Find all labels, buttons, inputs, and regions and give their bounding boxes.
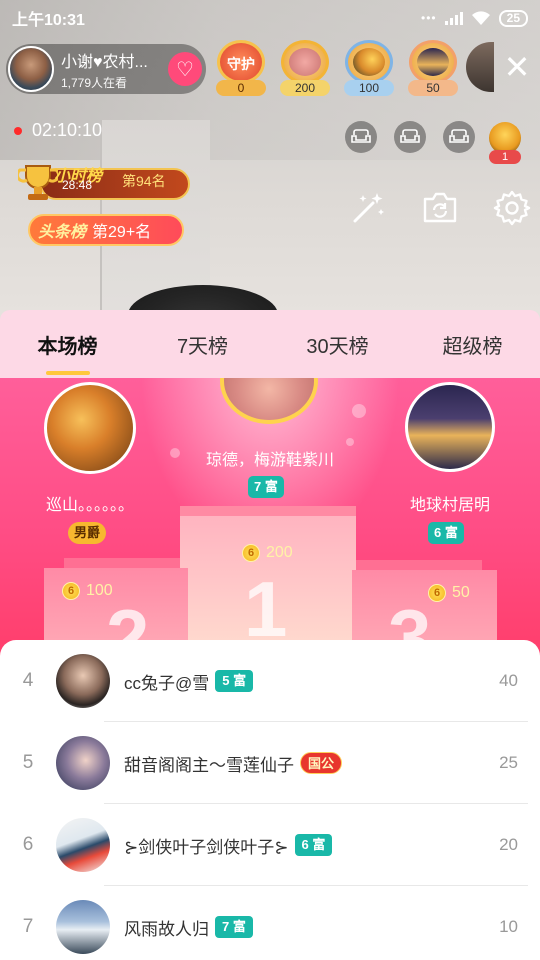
decor-bubble — [352, 404, 366, 418]
podium-second-name: 巡山。。。。。。 — [45, 497, 134, 514]
headline-rank-position: 第29+名 — [92, 224, 152, 241]
list-item[interactable]: 6 ⊱剑侠叶子剑侠叶子⊱ 6 富 20 — [0, 804, 540, 886]
podium-third-avatar[interactable] — [405, 382, 495, 472]
list-score: 10 — [499, 917, 518, 936]
coin-icon: 6 — [62, 582, 80, 600]
guard-label: 守护 — [227, 56, 255, 72]
podium-third-score-value: 50 — [452, 584, 470, 601]
headline-rank-title: 头条榜 — [38, 224, 87, 241]
podium-second-avatar[interactable] — [44, 382, 136, 474]
list-rank: 7 — [22, 916, 34, 937]
list-avatar[interactable] — [56, 736, 110, 790]
wifi-icon — [471, 10, 491, 26]
host-name: 小谢♥农村... — [61, 53, 148, 71]
podium-third-score: 6 50 — [428, 584, 470, 602]
tool-bar — [348, 188, 532, 228]
list-name: 甜音阁阁主～雪莲仙子 — [124, 755, 294, 775]
top-fan-3-value: 50 — [408, 80, 458, 96]
top-fan-1-value: 200 — [280, 80, 330, 96]
list-avatar[interactable] — [56, 900, 110, 954]
battery-icon: 25 — [498, 9, 528, 27]
list-tag: 国公 — [300, 752, 343, 774]
list-item[interactable]: 4 cc兔子@雪 5 富 40 — [0, 640, 540, 722]
hour-rank-countdown: 28:48 — [62, 178, 93, 192]
guard-badge[interactable]: 守护 0 — [212, 40, 270, 96]
list-item[interactable]: 5 甜音阁阁主～雪莲仙子 国公 25 — [0, 722, 540, 804]
podium-first-name: 琼德，梅游鞋紫川 — [205, 452, 334, 469]
host-info-pill[interactable]: 小谢♥农村... 1,779人在看 ♡ — [6, 44, 206, 94]
podium-first-tag: 7 富 — [248, 476, 284, 498]
list-avatar[interactable] — [56, 818, 110, 872]
podium-third-name: 地球村居明 — [409, 497, 490, 514]
status-bar: 上午10:31 ••• 25 — [0, 0, 540, 36]
top-fan-2[interactable]: 100 — [340, 40, 398, 96]
list-rank: 4 — [22, 670, 34, 691]
close-icon[interactable]: ✕ — [500, 50, 534, 84]
top-fan-2-value: 100 — [344, 80, 394, 96]
hour-rank-position: 第94名 — [122, 173, 166, 189]
viewer-count: 1,779人在看 — [61, 75, 128, 90]
sofa-seat-icon[interactable] — [345, 121, 377, 153]
ranking-tabs: 本场榜 7天榜 30天榜 超级榜 — [0, 310, 540, 378]
status-time: 上午10:31 — [12, 12, 85, 29]
trophy-icon — [18, 165, 58, 200]
coin-icon: 6 — [242, 544, 260, 562]
recording-dot-icon — [14, 126, 22, 135]
list-tag: 7 富 — [215, 916, 253, 938]
podium-first-score-value: 200 — [266, 544, 293, 561]
podium-first-score: 6 200 — [242, 544, 293, 562]
ranking-list: 4 cc兔子@雪 5 富 40 5 甜音阁阁主～雪莲仙子 国公 25 6 ⊱剑侠… — [0, 640, 540, 960]
seat-user[interactable]: 1 — [487, 122, 523, 164]
timer-text: 02:10:10 — [32, 120, 103, 140]
list-tag: 6 富 — [294, 834, 333, 856]
podium-second-score-value: 100 — [86, 582, 113, 599]
sofa-seat-icon[interactable] — [443, 121, 475, 153]
tab-7-days[interactable]: 7天榜 — [135, 330, 270, 359]
gear-icon[interactable] — [492, 188, 532, 228]
tab-30-days[interactable]: 30天榜 — [270, 330, 405, 359]
top-fan-3[interactable]: 50 — [404, 40, 462, 96]
seat-list — [345, 121, 475, 153]
hour-rank-badge[interactable]: 小时榜 28:48 第94名 — [18, 162, 190, 206]
tab-this-show[interactable]: 本场榜 — [0, 330, 135, 375]
guard-count: 0 — [216, 80, 266, 96]
list-score: 25 — [499, 753, 518, 772]
podium-second-score: 6 100 — [62, 582, 113, 600]
magic-wand-icon[interactable] — [348, 188, 388, 228]
sofa-seat-icon[interactable] — [394, 121, 426, 153]
list-name: cc兔子@雪 — [124, 673, 210, 693]
host-avatar[interactable] — [8, 46, 54, 92]
podium-second-tag: 男爵 — [68, 522, 107, 544]
live-timer: 02:10:10 — [14, 120, 102, 141]
podium-area: 琼德，梅游鞋紫川 7 富 巡山。。。。。。 男爵 地球村居明 6 富 1 2 3… — [0, 378, 540, 658]
flip-camera-icon[interactable] — [420, 188, 460, 228]
more-dots-icon: ••• — [421, 11, 437, 25]
list-item[interactable]: 7 风雨故人归 7 富 10 — [0, 886, 540, 960]
podium-third-tag: 6 富 — [428, 522, 464, 544]
top-fan-1[interactable]: 200 — [276, 40, 334, 96]
list-rank: 6 — [22, 834, 34, 855]
seat-user-count: 1 — [489, 150, 521, 164]
list-rank: 5 — [22, 752, 34, 773]
follow-button[interactable]: ♡ — [168, 52, 202, 86]
list-avatar[interactable] — [56, 654, 110, 708]
coin-icon: 6 — [428, 584, 446, 602]
list-tag: 5 富 — [215, 670, 254, 692]
list-score: 40 — [499, 671, 518, 690]
decor-bubble — [170, 448, 180, 458]
top-gift-badges: 守护 0 200 100 50 — [212, 40, 462, 96]
heart-plus-icon: ♡ — [176, 58, 194, 81]
decor-bubble — [346, 438, 354, 446]
signal-icon — [444, 11, 463, 25]
list-name: 风雨故人归 — [124, 919, 209, 939]
list-score: 20 — [499, 835, 518, 854]
tab-super[interactable]: 超级榜 — [405, 330, 540, 359]
headline-rank-badge[interactable]: 头条榜 第29+名 — [28, 214, 184, 246]
list-name: ⊱剑侠叶子剑侠叶子⊱ — [124, 837, 289, 857]
